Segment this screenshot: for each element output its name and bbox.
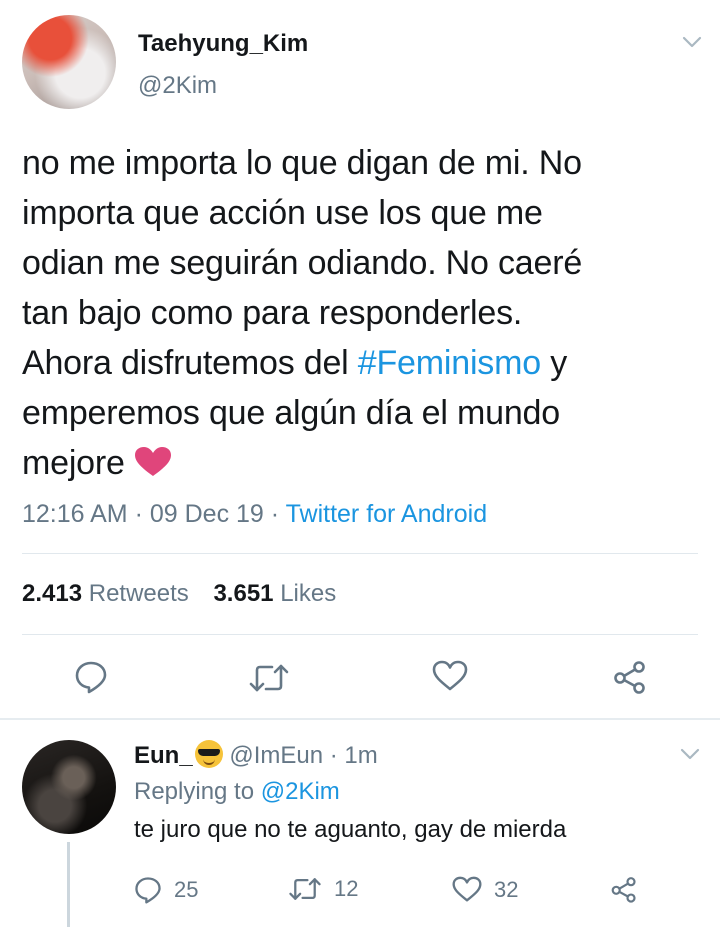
tweet-text-line: mejore xyxy=(22,438,702,488)
tweet-text-segment: Ahora disfrutemos del xyxy=(22,344,358,382)
replying-to-label: Replying to xyxy=(134,778,255,805)
reply-reply-button[interactable]: 25 xyxy=(134,876,198,904)
divider xyxy=(22,634,698,635)
tweet-time: 12:16 AM xyxy=(22,500,128,528)
tweet-text-segment: y xyxy=(540,344,567,382)
reply-icon xyxy=(135,877,161,904)
tweet-text: no me importa lo que digan de mi. No imp… xyxy=(22,138,702,488)
author-display-name[interactable]: Taehyung_Kim xyxy=(138,30,308,58)
reply-retweet-button[interactable]: 12 xyxy=(288,876,358,902)
reply-author-avatar[interactable] xyxy=(22,740,116,834)
tweet-text-line: emperemos que algún día el mundo xyxy=(22,394,560,432)
like-icon xyxy=(452,876,482,902)
reply-like-button[interactable]: 32 xyxy=(452,876,518,903)
tweet-text-line: tan bajo como para responderles. xyxy=(22,294,523,332)
hashtag-link[interactable]: #Feminismo xyxy=(358,344,541,382)
reply-header: Eun_ @ImEun · 1m xyxy=(134,740,378,770)
tweet-text-line: importa que acción use los que me xyxy=(22,194,543,232)
sunglasses-emoji-icon xyxy=(194,740,223,768)
share-icon[interactable] xyxy=(612,660,648,694)
reply-share-button[interactable] xyxy=(610,876,638,903)
tweet-source-link[interactable]: Twitter for Android xyxy=(286,500,487,528)
retweets-label[interactable]: Retweets xyxy=(89,580,189,607)
thread-line xyxy=(67,842,70,927)
tweet-stats: 2.413 Retweets 3.651 Likes xyxy=(22,580,354,608)
reply-like-count: 32 xyxy=(494,876,519,902)
reply-time: 1m xyxy=(344,742,378,769)
reply-author-handle[interactable]: @ImEun xyxy=(229,742,323,769)
replying-to-handle[interactable]: @2Kim xyxy=(261,778,340,805)
separator-dot: · xyxy=(270,500,286,528)
reply-reply-count: 25 xyxy=(174,877,199,902)
retweets-count[interactable]: 2.413 xyxy=(22,580,82,607)
heart-emoji-icon xyxy=(134,444,172,482)
retweet-icon[interactable] xyxy=(248,662,290,694)
author-avatar[interactable] xyxy=(22,15,116,109)
retweet-icon xyxy=(289,878,321,900)
tweet-text-line: no me importa lo que digan de mi. No xyxy=(22,144,582,182)
tweet-meta: 12:16 AM · 09 Dec 19 · Twitter for Andro… xyxy=(22,500,487,529)
reply-icon[interactable] xyxy=(74,660,108,694)
likes-label[interactable]: Likes xyxy=(280,580,336,607)
reply-chevron-down-icon[interactable] xyxy=(680,748,700,762)
likes-count[interactable]: 3.651 xyxy=(213,580,273,607)
like-icon[interactable] xyxy=(432,660,468,692)
reply-author-name[interactable]: Eun_ xyxy=(134,742,193,769)
tweet-text-line: Ahora disfrutemos del #Feminismo y xyxy=(22,338,702,388)
tweet-text-segment: mejore xyxy=(22,444,125,482)
tweet-text-line: odian me seguirán odiando. No caeré xyxy=(22,244,583,282)
section-divider xyxy=(0,718,720,720)
divider xyxy=(22,553,698,554)
replying-to: Replying to @2Kim xyxy=(134,778,340,806)
chevron-down-icon[interactable] xyxy=(682,36,702,50)
separator-dot: · xyxy=(323,742,345,769)
share-icon xyxy=(611,877,636,903)
author-handle[interactable]: @2Kim xyxy=(138,72,217,100)
reply-text: te juro que no te aguanto, gay de mierda xyxy=(134,816,567,843)
separator-dot: · xyxy=(134,500,150,528)
reply-retweet-count: 12 xyxy=(334,876,359,901)
tweet-date: 09 Dec 19 xyxy=(149,500,264,528)
